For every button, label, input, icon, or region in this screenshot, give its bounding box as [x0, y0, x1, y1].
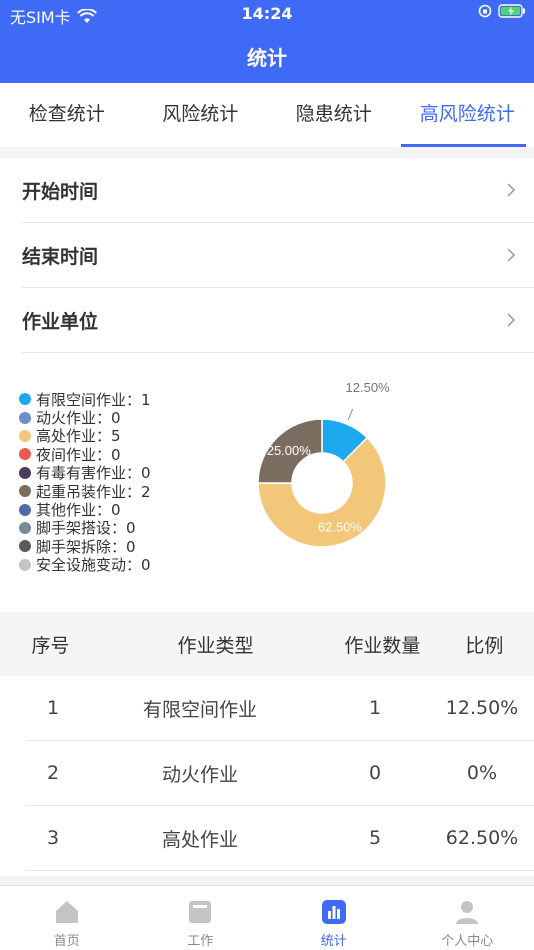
stats-icon — [321, 900, 346, 924]
cell-ratio: 62.50% — [445, 827, 519, 849]
tab-hazard-stats[interactable]: 隐患统计 — [267, 83, 401, 147]
filter-start-time[interactable]: 开始时间 — [22, 158, 534, 223]
tabbar-work[interactable]: 工作 — [134, 886, 268, 950]
home-icon — [55, 901, 78, 923]
cell-index: 3 — [46, 827, 60, 849]
tabbar-home[interactable]: 首页 — [0, 886, 134, 950]
cell-index: 2 — [46, 762, 60, 784]
tabbar-label: 统计 — [320, 934, 347, 949]
cell-ratio: 12.50% — [445, 697, 519, 719]
filter-label: 开始时间 — [22, 180, 99, 203]
header-count: 作业数量 — [344, 634, 421, 657]
status-time: 14:24 — [241, 4, 293, 23]
filter-list: 开始时间 结束时间 作业单位 — [0, 158, 534, 354]
stats-tabs: 检查统计 风险统计 隐患统计 高风险统计 — [0, 83, 534, 147]
battery-icon — [498, 4, 525, 18]
tabbar-stats[interactable]: 统计 — [267, 886, 401, 950]
work-icon — [189, 901, 212, 923]
slice-label: 12.50% — [346, 380, 391, 395]
table-row: 2 动火作业 0 0% — [26, 741, 534, 806]
cell-type: 动火作业 — [161, 763, 238, 786]
table-row: 1 有限空间作业 1 12.50% — [26, 676, 534, 741]
header-ratio: 比例 — [465, 634, 504, 657]
cell-count: 5 — [368, 827, 382, 849]
chevron-right-icon — [507, 248, 516, 262]
tab-high-risk-stats[interactable]: 高风险统计 — [400, 83, 534, 147]
filter-label: 结束时间 — [22, 245, 99, 268]
cell-count: 0 — [368, 762, 382, 784]
donut-chart: 12.50% 62.50% 25.00% — [257, 380, 391, 548]
user-icon — [456, 901, 479, 924]
tabbar-label: 个人中心 — [441, 934, 494, 949]
stats-table: 序号 作业类型 作业数量 比例 1 有限空间作业 1 12.50% 2 动火作业… — [0, 612, 534, 876]
status-right — [478, 4, 526, 18]
filter-end-time[interactable]: 结束时间 — [22, 223, 534, 288]
tab-risk-stats[interactable]: 风险统计 — [134, 83, 268, 147]
tabbar-label: 首页 — [53, 934, 80, 949]
slice-label: 62.50% — [318, 519, 363, 534]
chevron-right-icon — [507, 183, 516, 197]
header-index: 序号 — [31, 634, 70, 657]
cell-ratio: 0% — [466, 762, 498, 784]
tabbar-profile[interactable]: 个人中心 — [401, 886, 534, 950]
bottom-tabbar: 首页 工作 统计 个人中心 — [0, 885, 534, 950]
tab-inspection-stats[interactable]: 检查统计 — [0, 83, 134, 147]
table-header: 序号 作业类型 作业数量 比例 — [0, 612, 534, 676]
slice-label: 25.00% — [267, 443, 312, 458]
page-title: 统计 — [247, 46, 287, 70]
orientation-lock-icon — [478, 4, 492, 18]
cell-type: 有限空间作业 — [142, 698, 257, 721]
slice-label-leader — [347, 408, 354, 421]
chevron-right-icon — [507, 313, 516, 327]
filter-label: 作业单位 — [22, 310, 99, 333]
header-type: 作业类型 — [177, 634, 254, 657]
table-row: 3 高处作业 5 62.50% — [26, 806, 534, 871]
cell-index: 1 — [46, 697, 60, 719]
cell-type: 高处作业 — [161, 828, 238, 851]
tabbar-label: 工作 — [187, 934, 214, 949]
chart-section: 有限空间作业：1 动火作业：0 高处作业：5 夜间作业：0 有毒有害作业：0 起重吊装作业… — [0, 354, 534, 612]
app-header: 无SIM卡 14:24 统计 — [0, 0, 534, 83]
filter-work-unit[interactable]: 作业单位 — [22, 288, 534, 353]
cell-count: 1 — [368, 697, 382, 719]
